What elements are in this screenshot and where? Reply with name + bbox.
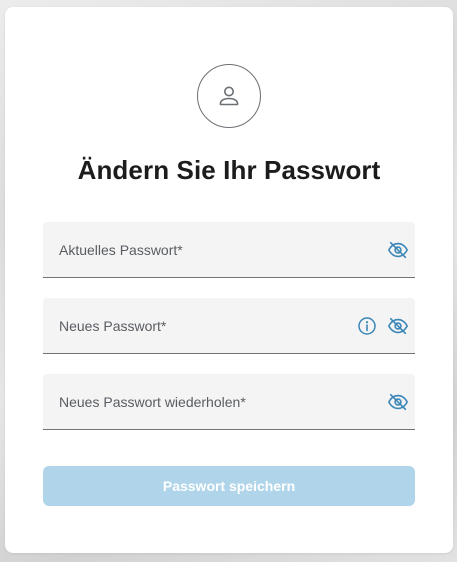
eye-off-icon[interactable] [387,315,409,337]
eye-off-icon[interactable] [387,239,409,261]
current-password-field[interactable]: Aktuelles Passwort* [43,222,415,278]
new-password-field[interactable]: Neues Passwort* [43,298,415,354]
current-password-label: Aktuelles Passwort* [59,242,183,258]
save-password-button[interactable]: Passwort speichern [43,466,415,506]
new-password-label: Neues Passwort* [59,318,167,334]
eye-off-icon[interactable] [387,391,409,413]
repeat-password-field[interactable]: Neues Passwort wiederholen* [43,374,415,430]
change-password-card: Ändern Sie Ihr Passwort Aktuelles Passwo… [5,7,453,553]
repeat-password-label: Neues Passwort wiederholen* [59,394,246,410]
user-icon [219,86,239,106]
page-title: Ändern Sie Ihr Passwort [77,155,381,185]
info-icon[interactable] [357,316,377,336]
avatar [197,64,261,128]
